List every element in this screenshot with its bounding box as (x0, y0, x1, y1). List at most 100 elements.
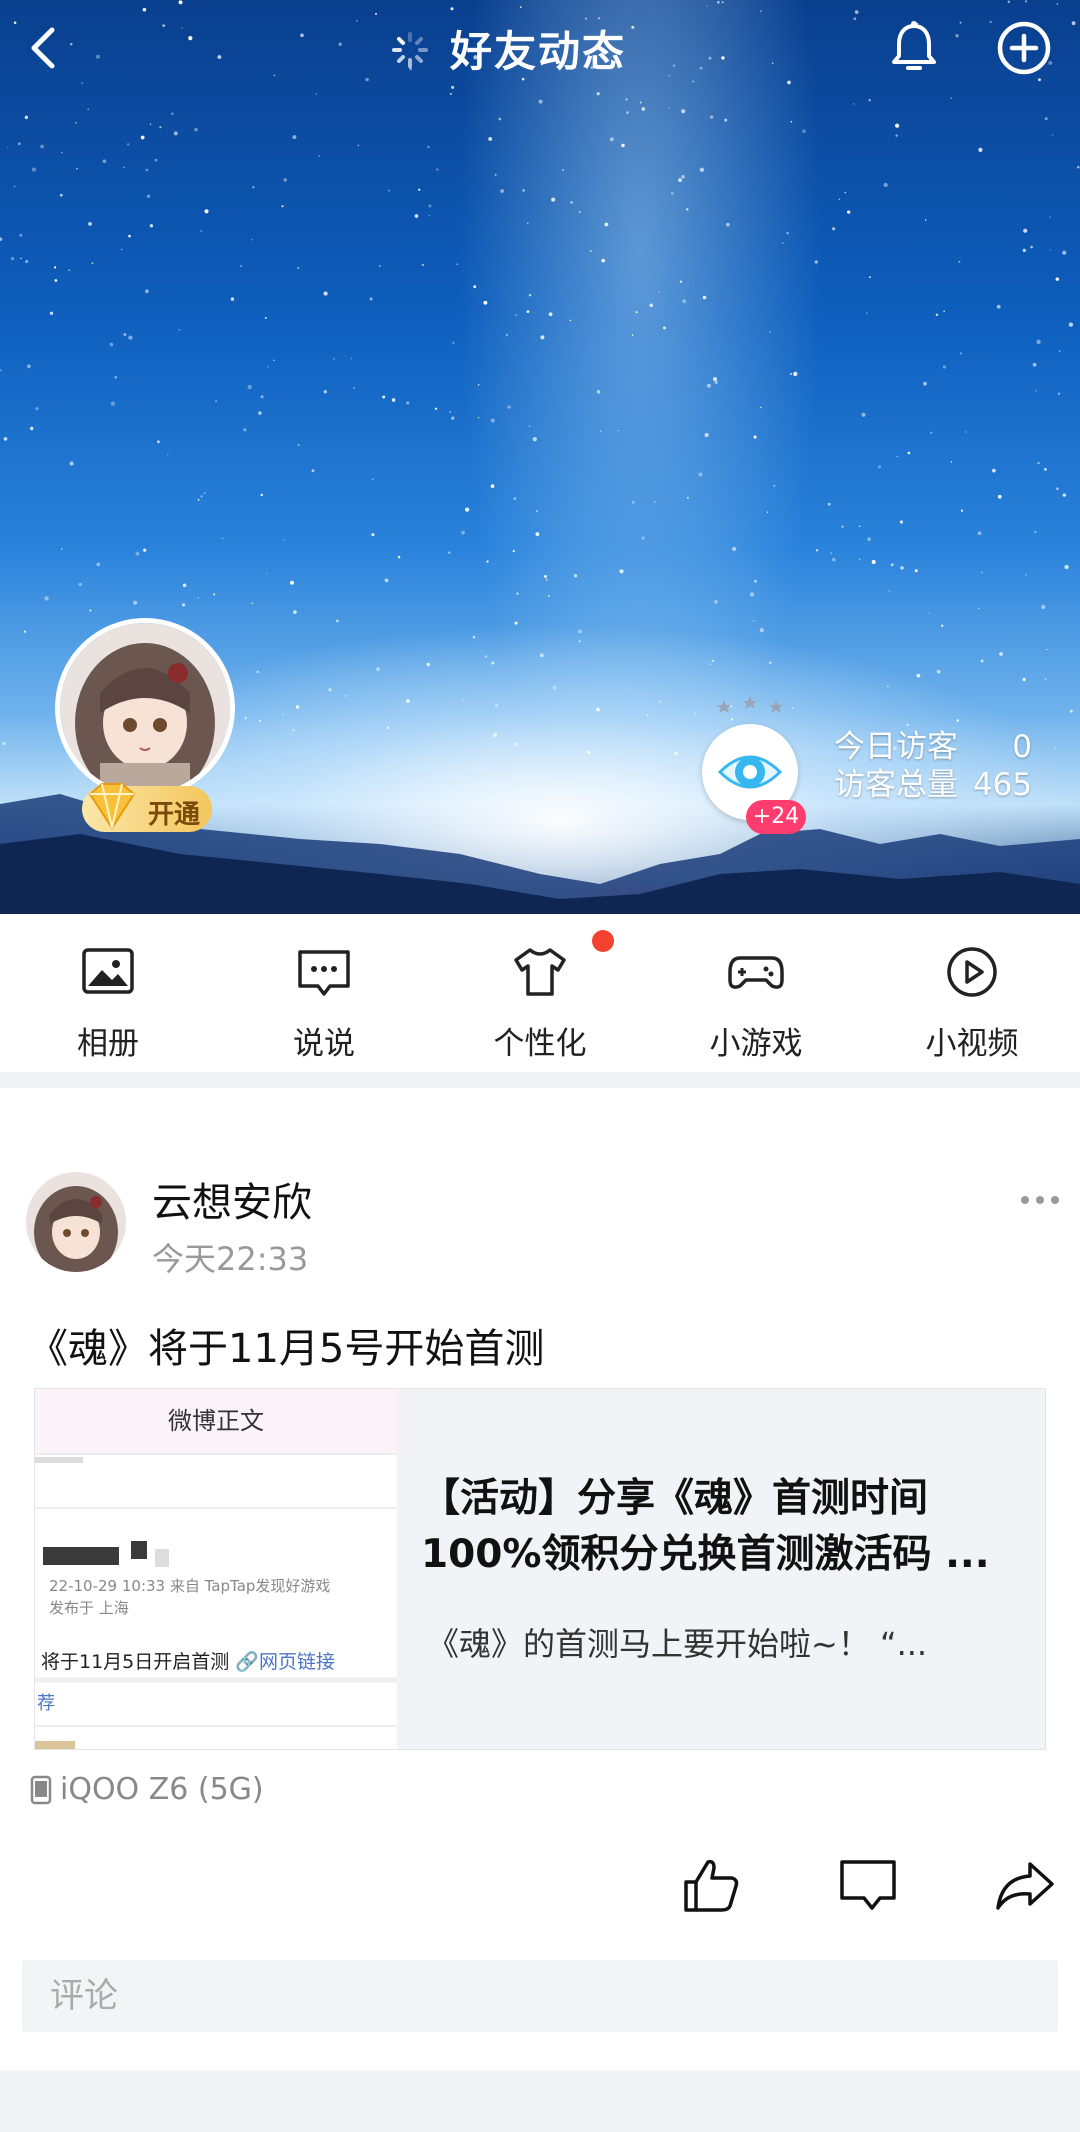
bell-icon[interactable] (884, 18, 944, 78)
plus-circle-icon[interactable] (994, 18, 1054, 78)
star (123, 166, 125, 169)
blurred-block (35, 1457, 83, 1463)
thumb-meta-line1: 22-10-29 10:33 来自 TapTap发现好游戏 (49, 1577, 331, 1595)
blurred-username (43, 1547, 119, 1565)
vip-open-badge[interactable]: 开通 (82, 783, 212, 832)
star (964, 431, 967, 433)
star (712, 659, 715, 662)
star (491, 661, 495, 665)
star (709, 663, 712, 666)
card-title-line1: 【活动】分享《魂》首测时间 (421, 1476, 929, 1521)
star (197, 498, 200, 501)
star (694, 712, 696, 715)
nav-item-personalize[interactable]: 个性化 (432, 914, 648, 1072)
star (449, 410, 452, 413)
profile-avatar[interactable] (55, 618, 235, 798)
star (1049, 249, 1051, 251)
visitor-stars-icon (717, 696, 783, 713)
star (942, 365, 946, 369)
star (371, 478, 374, 480)
star (866, 312, 868, 314)
star (726, 222, 730, 227)
star (861, 412, 866, 417)
nav-item-shuoshuo[interactable]: 说说 (216, 914, 432, 1072)
star (24, 115, 29, 120)
star (950, 460, 953, 463)
star (18, 142, 21, 146)
star (1055, 277, 1060, 281)
star (573, 574, 578, 578)
shared-link-card[interactable]: 微博正文 22-10-29 10:33 来自 TapTap发现好游戏 发布于 上… (34, 1388, 1046, 1750)
star (167, 453, 169, 456)
star (427, 145, 430, 149)
back-icon[interactable] (18, 18, 68, 78)
post-author-avatar[interactable] (26, 1172, 126, 1272)
post-author-name[interactable]: 云想安欣 (152, 1170, 312, 1228)
star (31, 167, 36, 172)
star (76, 167, 78, 170)
star (0, 237, 3, 241)
star (297, 266, 300, 270)
like-icon[interactable] (680, 1854, 742, 1916)
star (838, 198, 841, 200)
star (7, 146, 9, 148)
star (500, 189, 504, 193)
star (243, 428, 247, 432)
star (619, 569, 624, 574)
star (89, 609, 92, 612)
star (900, 566, 904, 570)
star (699, 167, 705, 172)
star (996, 304, 1001, 309)
star (649, 303, 654, 308)
star (548, 312, 553, 317)
star (538, 99, 543, 104)
thumb-body-main: 将于11月5日开启首测 (41, 1651, 230, 1673)
nav-item-album[interactable]: 相册 (0, 914, 216, 1072)
star (769, 330, 772, 333)
star (658, 700, 661, 703)
star (698, 472, 703, 477)
star (916, 673, 921, 678)
star (654, 501, 656, 503)
star (847, 210, 851, 214)
star (827, 502, 831, 506)
star (40, 144, 45, 149)
nav-item-shortvideo[interactable]: 小视频 (864, 914, 1080, 1072)
star (641, 107, 645, 111)
blurred-block (131, 1541, 147, 1559)
star (1044, 678, 1047, 680)
comment-input[interactable]: 评论 (22, 1960, 1058, 2032)
comment-icon[interactable] (836, 1854, 900, 1916)
star (589, 250, 592, 252)
star (251, 602, 254, 605)
star (61, 548, 63, 550)
star (178, 328, 181, 331)
nav-item-minigames[interactable]: 小游戏 (648, 914, 864, 1072)
tshirt-icon (514, 948, 566, 996)
star (200, 495, 203, 498)
star (539, 653, 544, 658)
star (140, 135, 145, 140)
star (639, 101, 642, 104)
nav-label-shortvideo: 小视频 (925, 1026, 1019, 1062)
star (802, 129, 806, 134)
star (960, 509, 964, 512)
star (815, 549, 819, 552)
star (516, 592, 519, 595)
star (604, 222, 609, 227)
visitor-stats[interactable]: 今日访客 0 访客总量 465 (834, 728, 1032, 804)
more-options-icon[interactable] (1018, 1190, 1062, 1210)
star (448, 551, 451, 554)
card-title-line2: 100%领积分兑换首测激活码 ... (421, 1532, 990, 1577)
star (397, 555, 401, 559)
star (182, 583, 187, 588)
profile-cover[interactable]: 好友动态 开通 +24 今日访客 0 访客总量 465 (0, 0, 1080, 914)
star (13, 185, 16, 188)
share-icon[interactable] (992, 1854, 1058, 1916)
thumb-web-link: 🔗网页链接 (235, 1651, 335, 1673)
top-bar: 好友动态 (0, 0, 1080, 100)
loading-icon (392, 32, 428, 68)
star (428, 204, 432, 208)
star (714, 380, 718, 384)
star (197, 597, 199, 599)
